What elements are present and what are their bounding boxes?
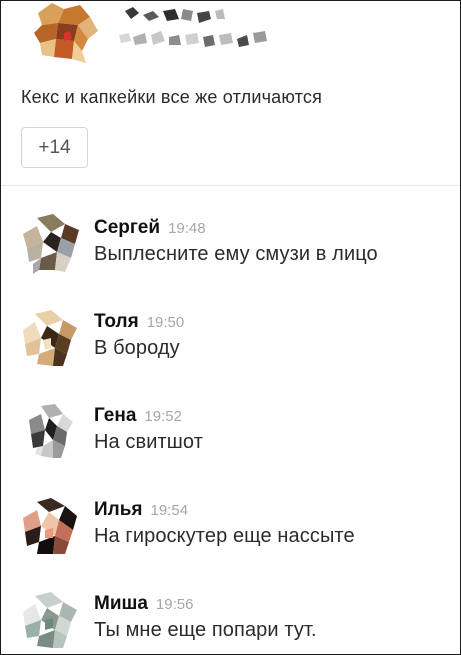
commenter-name[interactable]: Миша [94, 593, 148, 615]
comment-item: Илья 19:54 На гироскутер еще нассыте [1, 487, 460, 581]
comment-text: Выплесните ему смузи в лицо [94, 243, 378, 265]
post-text: Кекс и капкейки все же отличаются [21, 87, 323, 107]
commenter-avatar[interactable] [19, 308, 83, 372]
post-author-avatar[interactable] [34, 3, 98, 65]
comments-screen: Кекс и капкейки все же отличаются +14 Се… [0, 0, 461, 655]
commenter-avatar[interactable] [19, 496, 83, 560]
post-author-name-blurred[interactable] [119, 5, 271, 53]
comment-item: Сергей 19:48 Выплесните ему смузи в лицо [1, 205, 460, 299]
comment-text: На свитшот [94, 431, 203, 453]
comment-time: 19:50 [146, 314, 185, 331]
commenter-name[interactable]: Толя [94, 311, 139, 333]
show-more-comments-button[interactable]: +14 [21, 127, 88, 168]
comment-list: Сергей 19:48 Выплесните ему смузи в лицо [1, 205, 460, 654]
comment-time: 19:56 [155, 596, 194, 613]
commenter-name[interactable]: Гена [94, 405, 136, 427]
commenter-avatar[interactable] [19, 402, 83, 466]
comment-text: На гироскутер еще нассыте [94, 525, 355, 547]
comment-time: 19:52 [144, 408, 182, 425]
comment-item: Толя 19:50 В бороду [1, 299, 460, 393]
commenter-name[interactable]: Илья [94, 499, 143, 521]
comment-time: 19:48 [168, 220, 206, 237]
comment-text: В бороду [94, 337, 180, 359]
commenter-avatar[interactable] [19, 214, 83, 278]
comment-item: Гена 19:52 На свитшот [1, 393, 460, 487]
comment-item: Миша 19:56 Ты мне еще попари тут. [1, 581, 460, 654]
commenter-avatar[interactable] [19, 590, 83, 654]
commenter-name[interactable]: Сергей [94, 217, 160, 239]
comment-time: 19:54 [150, 502, 189, 519]
comment-text: Ты мне еще попари тут. [94, 619, 317, 641]
divider [1, 185, 460, 186]
